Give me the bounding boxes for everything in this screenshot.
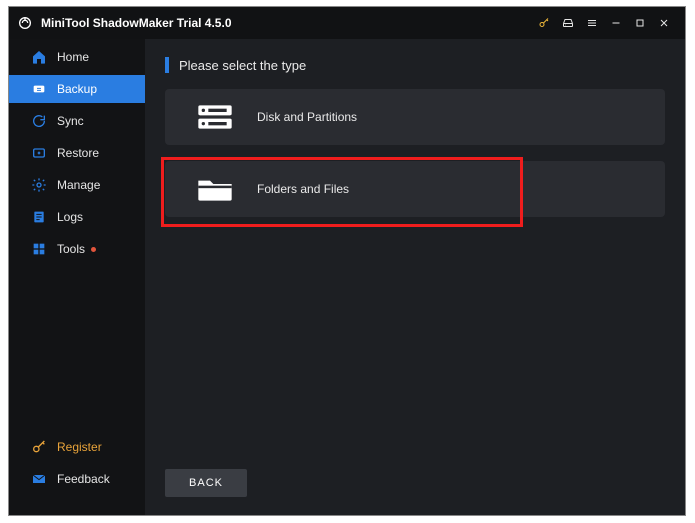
option-label: Folders and Files (257, 182, 349, 196)
key-icon (31, 439, 47, 455)
home-icon (31, 49, 47, 65)
folder-icon (195, 171, 235, 207)
maximize-button[interactable] (629, 12, 651, 34)
page-title: Please select the type (179, 58, 306, 73)
sidebar-item-logs[interactable]: Logs (9, 203, 145, 231)
back-button[interactable]: BACK (165, 469, 247, 497)
sidebar-item-label: Restore (57, 146, 99, 160)
header-accent-bar (165, 57, 169, 73)
backup-icon (31, 81, 47, 97)
back-button-label: BACK (189, 477, 223, 489)
main-panel: Please select the type Disk and Partitio… (145, 39, 685, 515)
minimize-button[interactable] (605, 12, 627, 34)
key-icon[interactable] (533, 12, 555, 34)
title-bar: MiniTool ShadowMaker Trial 4.5.0 (9, 7, 685, 39)
notification-dot-icon (91, 247, 96, 252)
sidebar-item-label: Manage (57, 178, 100, 192)
sidebar-item-label: Home (57, 50, 89, 64)
page-header: Please select the type (165, 57, 665, 73)
restore-icon (31, 145, 47, 161)
sidebar-item-feedback[interactable]: Feedback (9, 465, 145, 493)
option-label: Disk and Partitions (257, 110, 357, 124)
sidebar-item-register[interactable]: Register (9, 433, 145, 461)
sidebar-item-sync[interactable]: Sync (9, 107, 145, 135)
disk-icon[interactable] (557, 12, 579, 34)
sidebar-item-label: Feedback (57, 472, 110, 486)
app-title: MiniTool ShadowMaker Trial 4.5.0 (41, 16, 531, 30)
menu-icon[interactable] (581, 12, 603, 34)
sidebar-item-backup[interactable]: Backup (9, 75, 145, 103)
sidebar-item-tools[interactable]: Tools (9, 235, 145, 263)
sidebar-item-label: Backup (57, 82, 97, 96)
sidebar-item-home[interactable]: Home (9, 43, 145, 71)
logs-icon (31, 209, 47, 225)
sidebar-item-label: Logs (57, 210, 83, 224)
app-window: MiniTool ShadowMaker Trial 4.5.0 (8, 6, 686, 516)
option-disk-and-partitions[interactable]: Disk and Partitions (165, 89, 665, 145)
close-button[interactable] (653, 12, 675, 34)
sidebar-item-label: Register (57, 440, 102, 454)
feedback-icon (31, 471, 47, 487)
sidebar-item-label: Sync (57, 114, 84, 128)
sidebar-item-manage[interactable]: Manage (9, 171, 145, 199)
app-logo-icon (17, 15, 33, 31)
sync-icon (31, 113, 47, 129)
sidebar-item-label: Tools (57, 242, 85, 256)
tools-icon (31, 241, 47, 257)
disk-partitions-icon (195, 99, 235, 135)
manage-icon (31, 177, 47, 193)
sidebar: Home Backup Sync (9, 39, 145, 515)
option-folders-and-files[interactable]: Folders and Files (165, 161, 665, 217)
sidebar-item-restore[interactable]: Restore (9, 139, 145, 167)
